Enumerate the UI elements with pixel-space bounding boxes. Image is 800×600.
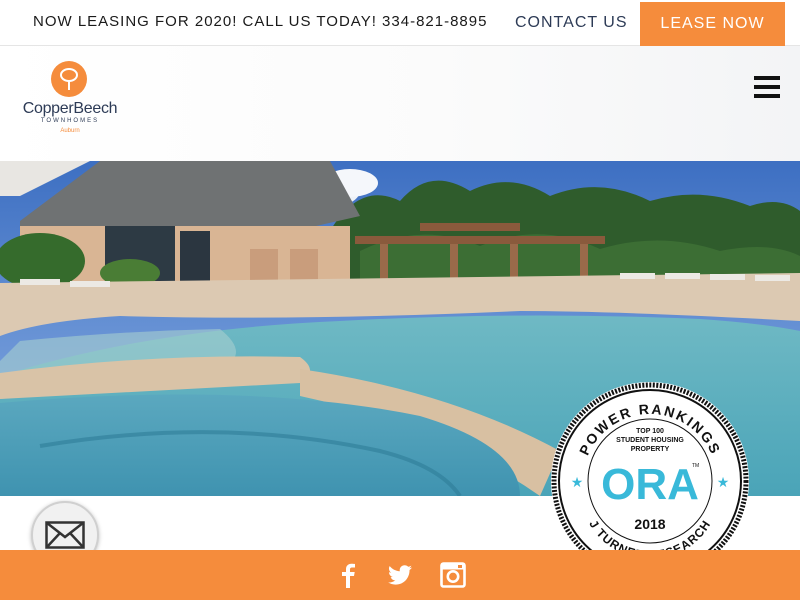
twitter-icon[interactable] [386, 561, 414, 589]
badge-line1: TOP 100 [636, 428, 664, 435]
copperbeech-logo[interactable]: CopperBeech TOWNHOMES Auburn [18, 61, 122, 141]
tree-logo-icon [51, 61, 87, 97]
star-icon: ★ [571, 474, 584, 490]
instagram-icon[interactable] [439, 561, 467, 589]
logo-name: CopperBeech [22, 100, 118, 117]
logo-subtitle: TOWNHOMES [40, 118, 100, 124]
leasing-promo-text: NOW LEASING FOR 2020! CALL US TODAY! 334… [33, 13, 488, 30]
badge-year: 2018 [634, 516, 665, 532]
envelope-icon [45, 521, 85, 549]
lease-now-button[interactable]: LEASE NOW [640, 2, 785, 46]
badge-line3: PROPERTY [631, 446, 670, 453]
badge-trademark: TM [692, 463, 699, 469]
top-bar: NOW LEASING FOR 2020! CALL US TODAY! 334… [0, 0, 800, 46]
facebook-icon[interactable] [334, 561, 362, 589]
logo-location: Auburn [60, 128, 80, 134]
social-footer-bar [0, 550, 800, 600]
badge-ora-brand: ORA [601, 460, 699, 509]
badge-line2: STUDENT HOUSING [616, 437, 684, 444]
star-icon: ★ [717, 474, 730, 490]
site-header: CopperBeech TOWNHOMES Auburn [0, 46, 800, 161]
contact-us-link[interactable]: CONTACT US [515, 14, 628, 32]
hamburger-menu-icon[interactable] [754, 76, 782, 102]
